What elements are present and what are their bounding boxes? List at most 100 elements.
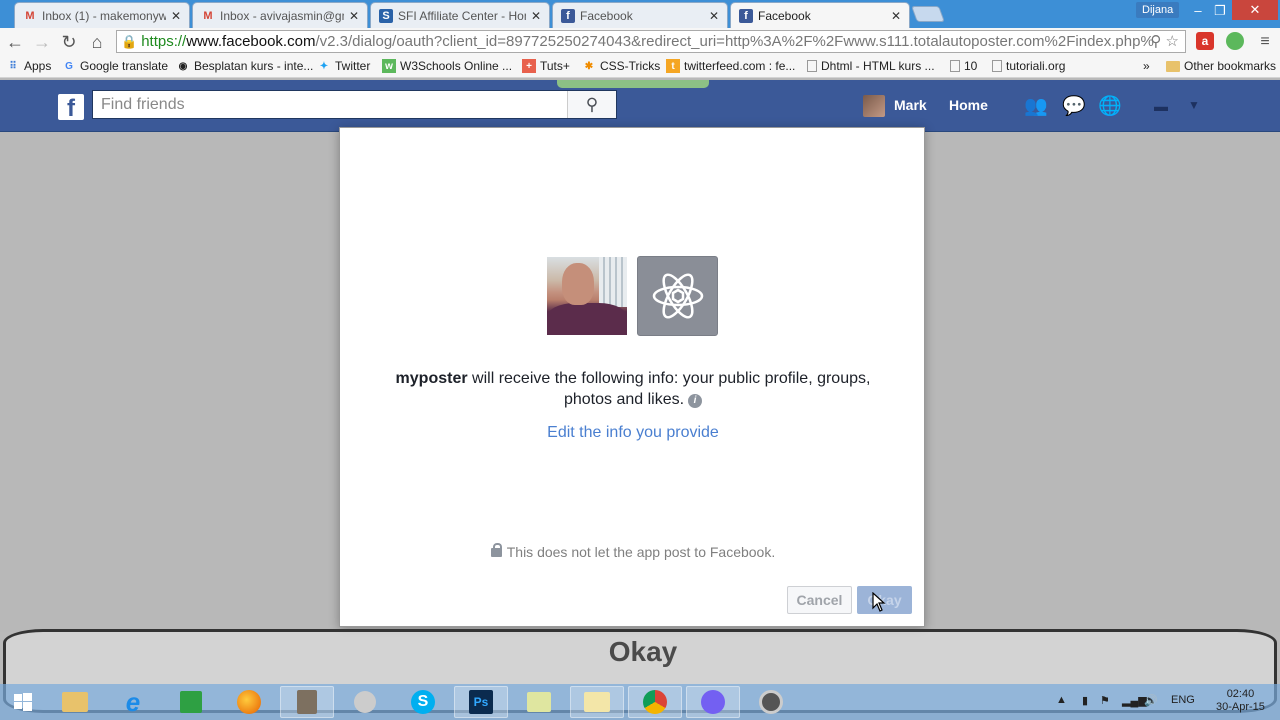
folder-icon <box>62 692 88 712</box>
window-user-label[interactable]: Dijana <box>1136 2 1180 18</box>
chat-icon <box>354 691 376 713</box>
clock-date: 30-Apr-15 <box>1216 701 1265 713</box>
browser-tab-strip: M Inbox (1) - makemonywith ✕ M Inbox - a… <box>0 0 1280 29</box>
address-bar[interactable]: 🔒 https://www.facebook.com/v2.3/dialog/o… <box>116 30 1186 53</box>
chevron-down-icon[interactable]: ▼ <box>1188 98 1200 112</box>
home-icon[interactable]: ⌂ <box>86 31 108 53</box>
post-notice: This does not let the app post to Facebo… <box>340 543 926 560</box>
language-indicator[interactable]: ENG <box>1171 694 1195 706</box>
tab-close-icon[interactable]: ✕ <box>349 9 359 23</box>
search-input[interactable]: Find friends <box>92 90 617 119</box>
facebook-logo-icon[interactable]: f <box>58 94 84 120</box>
tab-close-icon[interactable]: ✕ <box>891 9 901 23</box>
lock-icon <box>490 543 502 557</box>
eye-icon: ◉ <box>178 60 188 72</box>
bookmark-besplatan-kurs[interactable]: ◉ Besplatan kurs - inte... <box>176 59 314 73</box>
search-icon[interactable]: ⚲ <box>567 91 616 118</box>
notifications-globe-icon[interactable]: 🌐 <box>1098 94 1122 118</box>
taskbar-store[interactable] <box>164 686 218 718</box>
bookmark-tutoriali[interactable]: tutoriali.org <box>992 59 1065 73</box>
info-icon[interactable]: i <box>688 394 703 408</box>
taskbar-app-5[interactable] <box>280 686 334 718</box>
taskbar-app-6[interactable] <box>338 686 392 718</box>
taskbar-internet-explorer[interactable]: e <box>106 686 160 718</box>
messages-icon[interactable]: 💬 <box>1062 94 1086 118</box>
taskbar-app-9[interactable] <box>512 686 566 718</box>
extension-green-icon[interactable] <box>1226 32 1244 50</box>
flag-icon[interactable]: ⚑ <box>1100 694 1110 707</box>
bookmark-twitter[interactable]: ✦ Twitter <box>317 59 371 73</box>
restore-icon[interactable]: ❐ <box>1208 2 1232 20</box>
atom-icon <box>652 273 703 319</box>
profile-name-link[interactable]: Mark <box>894 97 927 113</box>
tab-close-icon[interactable]: ✕ <box>709 9 719 23</box>
tab-close-icon[interactable]: ✕ <box>531 9 541 23</box>
bookmark-google-translate[interactable]: G Google translate <box>62 59 168 73</box>
taskbar-skype[interactable]: S <box>396 686 450 718</box>
taskbar-file-explorer[interactable] <box>48 686 102 718</box>
tab-facebook-1[interactable]: f Facebook ✕ <box>552 2 728 28</box>
firefox-icon <box>237 690 261 714</box>
clock[interactable]: 02:40 30-Apr-15 <box>1216 688 1265 714</box>
zoom-star-icons[interactable]: ⚲ ☆ <box>1150 32 1179 50</box>
bookmark-dhtml[interactable]: Dhtml - HTML kurs ... <box>807 59 935 73</box>
back-arrow-icon[interactable]: ← <box>4 31 26 53</box>
bookmark-10[interactable]: 10 <box>950 59 977 73</box>
taskbar-viber[interactable] <box>686 686 740 718</box>
loading-indicator <box>557 80 709 88</box>
taskbar-chrome[interactable] <box>628 686 682 718</box>
privacy-shortcuts-icon[interactable]: ▬ <box>1154 98 1168 114</box>
page-icon <box>950 60 960 72</box>
bookmark-twitterfeed[interactable]: t twitterfeed.com : fe... <box>666 59 795 73</box>
home-link[interactable]: Home <box>949 97 988 113</box>
tab-close-icon[interactable]: ✕ <box>171 9 181 23</box>
bookmarks-bar: ⠿ Apps G Google translate ◉ Besplatan kurs … <box>0 55 1280 78</box>
avatar[interactable] <box>863 95 885 117</box>
twitter-icon: ✦ <box>319 60 329 72</box>
photoshop-icon: Ps <box>469 690 493 714</box>
friend-requests-icon[interactable]: 👥 <box>1024 94 1048 118</box>
bookmark-apps[interactable]: ⠿ Apps <box>6 59 51 73</box>
reload-icon[interactable]: ↻ <box>58 31 80 53</box>
page-icon <box>807 60 817 72</box>
tab-gmail-inbox-1[interactable]: M Inbox (1) - makemonywith ✕ <box>14 2 190 28</box>
skype-icon: S <box>411 690 435 714</box>
start-button[interactable] <box>0 686 46 718</box>
windows-logo-icon <box>14 693 32 711</box>
w3schools-icon: w <box>382 59 396 73</box>
bookmarks-overflow-button[interactable]: » <box>1143 59 1150 73</box>
new-tab-button[interactable] <box>911 6 945 22</box>
clock-time: 02:40 <box>1226 688 1255 700</box>
taskbar-photoshop[interactable]: Ps <box>454 686 508 718</box>
tuts-icon: + <box>522 59 536 73</box>
network-icon[interactable]: ▂▄▆ <box>1122 694 1147 707</box>
bookmark-other[interactable]: Other bookmarks <box>1166 59 1276 73</box>
twitterfeed-icon: t <box>666 59 680 73</box>
photo-background <box>599 257 627 307</box>
tray-app-icon[interactable]: ▮ <box>1082 694 1088 707</box>
note-icon <box>527 692 551 712</box>
taskbar-firefox[interactable] <box>222 686 276 718</box>
apps-grid-icon: ⠿ <box>9 60 17 72</box>
edit-info-link[interactable]: Edit the info you provide <box>340 424 926 442</box>
tab-sfi-affiliate[interactable]: S SFI Affiliate Center - Hom ✕ <box>370 2 550 28</box>
taskbar-app-10[interactable] <box>570 686 624 718</box>
cancel-button[interactable]: Cancel <box>787 586 852 614</box>
bookmark-w3schools[interactable]: w W3Schools Online ... <box>382 59 512 73</box>
volume-icon[interactable]: 🔊 <box>1144 694 1158 707</box>
windows-taskbar: e S Ps ▲ ▮ ⚑ ▂▄▆ 🔊 ENG 02:40 30-Apr-15 <box>0 684 1280 720</box>
tab-facebook-active[interactable]: f Facebook ✕ <box>730 2 910 29</box>
tray-show-hidden-icon[interactable]: ▲ <box>1056 694 1067 706</box>
minimize-icon[interactable]: – <box>1186 2 1210 20</box>
internet-explorer-icon: e <box>125 686 141 717</box>
forward-arrow-icon[interactable]: → <box>31 31 53 53</box>
bookmark-css-tricks[interactable]: ✱ CSS-Tricks <box>582 59 660 73</box>
taskbar-media[interactable] <box>744 686 798 718</box>
bookmark-tuts[interactable]: + Tuts+ <box>522 59 570 73</box>
gmail-icon: M <box>25 9 35 22</box>
window-close-icon[interactable]: ✕ <box>1232 0 1278 20</box>
menu-icon[interactable]: ≡ <box>1254 31 1276 53</box>
tab-gmail-inbox-2[interactable]: M Inbox - avivajasmin@gma ✕ <box>192 2 368 28</box>
folder-icon <box>1166 60 1180 72</box>
extension-icon[interactable]: a <box>1196 32 1214 50</box>
